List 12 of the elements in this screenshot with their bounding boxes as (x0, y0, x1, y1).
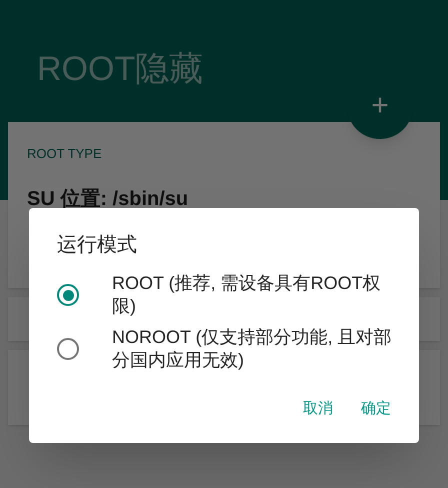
option-label: ROOT (推荐, 需设备具有ROOT权限) (112, 272, 382, 318)
dialog-button[interactable]: 取消 (295, 394, 341, 424)
su-location: SU 位置: /sbin/su (27, 186, 190, 212)
app-title: ROOT隐藏 (37, 52, 204, 86)
radio-button[interactable] (57, 338, 79, 360)
mode-option[interactable]: ROOT (推荐, 需设备具有ROOT权限) (57, 272, 399, 318)
option-label: NOROOT (仅支持部分功能, 且对部分国内应用无效) (112, 326, 393, 372)
mode-option[interactable]: NOROOT (仅支持部分功能, 且对部分国内应用无效) (57, 326, 399, 372)
section-label: ROOT TYPE (27, 145, 103, 163)
dialog-title: 运行模式 (57, 233, 138, 258)
radio-button[interactable] (57, 284, 79, 306)
dialog-button[interactable]: 确定 (353, 394, 399, 424)
